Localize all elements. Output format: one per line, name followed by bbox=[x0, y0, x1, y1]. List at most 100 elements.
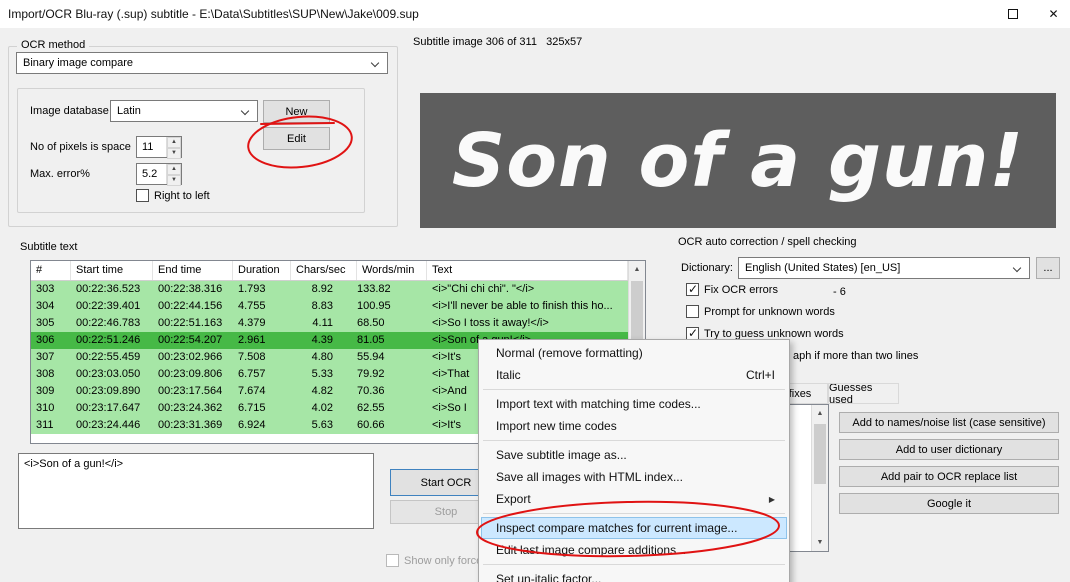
table-cell: 307 bbox=[36, 351, 55, 363]
table-cell: 00:22:51.163 bbox=[158, 317, 223, 329]
dictionary-browse-button[interactable]: ... bbox=[1036, 257, 1060, 279]
checkbox-checked-icon bbox=[686, 282, 699, 296]
scroll-up-icon[interactable]: ▲ bbox=[629, 261, 645, 278]
table-cell: 1.793 bbox=[238, 283, 266, 295]
spin-down-icon[interactable]: ▼ bbox=[167, 148, 181, 159]
table-cell: 00:23:02.966 bbox=[158, 351, 223, 363]
max-error-label: Max. error% bbox=[30, 168, 90, 180]
table-cell: 00:22:44.156 bbox=[158, 300, 223, 312]
table-cell: 00:23:09.890 bbox=[76, 385, 141, 397]
fix-ocr-errors-checkbox[interactable]: Fix OCR errors bbox=[686, 282, 778, 296]
max-error-value: 5.2 bbox=[142, 168, 158, 180]
dictionary-value: English (United States) [en_US] bbox=[745, 262, 901, 274]
table-cell: 4.02 bbox=[311, 402, 333, 414]
ocr-method-combobox[interactable]: Binary image compare bbox=[16, 52, 388, 74]
right-to-left-checkbox[interactable]: Right to left bbox=[136, 189, 210, 202]
submenu-arrow-icon: ▶ bbox=[768, 494, 775, 504]
table-cell: 00:23:03.050 bbox=[76, 368, 141, 380]
table-cell: 00:23:09.806 bbox=[158, 368, 223, 380]
chevron-down-icon bbox=[1012, 263, 1022, 273]
subtitle-text-value: <i>Son of a gun!</i> bbox=[24, 458, 124, 470]
add-ocr-replace-pair-button[interactable]: Add pair to OCR replace list bbox=[839, 466, 1059, 487]
table-cell: 00:22:54.207 bbox=[158, 334, 223, 346]
table-cell: 2.961 bbox=[238, 334, 266, 346]
menu-item[interactable]: Save all images with HTML index... bbox=[481, 466, 787, 488]
menu-separator bbox=[483, 389, 785, 390]
menu-item[interactable]: Import text with matching time codes... bbox=[481, 393, 787, 415]
column-header[interactable]: Duration bbox=[233, 261, 291, 280]
chevron-down-icon bbox=[370, 58, 380, 68]
table-cell: 00:23:17.564 bbox=[158, 385, 223, 397]
spell-panel-title: OCR auto correction / spell checking bbox=[678, 236, 857, 248]
table-cell: 308 bbox=[36, 368, 55, 380]
table-cell: 305 bbox=[36, 317, 55, 329]
menu-item[interactable]: Set un-italic factor... bbox=[481, 568, 787, 582]
close-button[interactable]: ✕ bbox=[1037, 0, 1070, 28]
partial-checkbox-text: aph if more than two lines bbox=[793, 350, 919, 362]
table-row[interactable]: 303 00:22:36.523 00:22:38.316 1.793 8.92 133.… bbox=[31, 281, 628, 298]
spin-up-icon[interactable]: ▲ bbox=[167, 137, 181, 148]
menu-item[interactable]: Import new time codes bbox=[481, 415, 787, 437]
pixels-space-spinner[interactable]: 11 ▲ ▼ bbox=[136, 136, 182, 159]
spin-down-icon[interactable]: ▼ bbox=[167, 175, 181, 186]
subtitle-text-input[interactable]: <i>Son of a gun!</i> bbox=[18, 453, 374, 529]
menu-item[interactable]: Save subtitle image as... bbox=[481, 444, 787, 466]
menu-item[interactable]: Italic Ctrl+I bbox=[481, 364, 787, 386]
column-header[interactable]: # bbox=[31, 261, 71, 280]
menu-item[interactable]: Inspect compare matches for current imag… bbox=[481, 517, 787, 539]
maximize-button[interactable] bbox=[990, 0, 1035, 28]
subtitle-image: Son of a gun! bbox=[420, 93, 1056, 228]
column-header[interactable]: Words/min bbox=[357, 261, 427, 280]
table-cell: 306 bbox=[36, 334, 55, 346]
new-button[interactable]: New bbox=[263, 100, 330, 123]
column-header[interactable]: Start time bbox=[71, 261, 153, 280]
menu-item[interactable]: Edit last image compare additions... bbox=[481, 539, 787, 561]
google-it-button[interactable]: Google it bbox=[839, 493, 1059, 514]
table-cell: 309 bbox=[36, 385, 55, 397]
scroll-up-icon[interactable]: ▲ bbox=[812, 405, 828, 422]
add-user-dictionary-button[interactable]: Add to user dictionary bbox=[839, 439, 1059, 460]
image-database-label: Image database bbox=[30, 105, 109, 117]
max-error-spinner[interactable]: 5.2 ▲ ▼ bbox=[136, 163, 182, 186]
window-title: Import/OCR Blu-ray (.sup) subtitle - E:\… bbox=[8, 7, 419, 21]
tab-guesses-used-label: Guesses used bbox=[829, 383, 873, 404]
chevron-down-icon bbox=[240, 106, 250, 116]
table-row[interactable]: 304 00:22:39.401 00:22:44.156 4.755 8.83 100.… bbox=[31, 298, 628, 315]
tab-guesses-used[interactable]: Guesses used bbox=[828, 383, 899, 404]
checkbox-icon bbox=[386, 554, 399, 567]
title-bar: Import/OCR Blu-ray (.sup) subtitle - E:\… bbox=[0, 0, 1070, 28]
spin-up-icon[interactable]: ▲ bbox=[167, 164, 181, 175]
prompt-unknown-words-checkbox[interactable]: Prompt for unknown words bbox=[686, 305, 835, 318]
scroll-down-icon[interactable]: ▼ bbox=[812, 534, 828, 551]
table-cell: 00:23:24.446 bbox=[76, 419, 141, 431]
table-row[interactable]: 305 00:22:46.783 00:22:51.163 4.379 4.11 68.5… bbox=[31, 315, 628, 332]
edit-button[interactable]: Edit bbox=[263, 127, 330, 150]
table-cell: 00:22:55.459 bbox=[76, 351, 141, 363]
menu-item[interactable]: Normal (remove formatting) bbox=[481, 342, 787, 364]
table-cell: 00:23:17.647 bbox=[76, 402, 141, 414]
checkbox-icon bbox=[686, 305, 699, 318]
table-cell: 7.508 bbox=[238, 351, 266, 363]
listbox-scrollbar[interactable]: ▲ ▼ bbox=[811, 405, 828, 551]
scrollbar-thumb[interactable] bbox=[814, 424, 826, 484]
menu-separator bbox=[483, 564, 785, 565]
menu-item-label: Save subtitle image as... bbox=[496, 448, 627, 462]
image-database-combobox[interactable]: Latin bbox=[110, 100, 258, 122]
table-cell: 68.50 bbox=[357, 317, 385, 329]
add-names-noise-list-button[interactable]: Add to names/noise list (case sensitive) bbox=[839, 412, 1059, 433]
ocr-method-value: Binary image compare bbox=[23, 57, 134, 69]
table-cell: 81.05 bbox=[357, 334, 385, 346]
subtitle-table-header: # Start time End time Duration Chars/sec Word… bbox=[31, 261, 628, 281]
column-header[interactable]: Chars/sec bbox=[291, 261, 357, 280]
menu-item[interactable]: Export ▶ bbox=[481, 488, 787, 510]
table-cell: <i>"Chi chi chi". "</i> bbox=[432, 283, 535, 295]
table-cell: <i>I'll never be able to finish this ho.… bbox=[432, 300, 613, 312]
table-cell: 133.82 bbox=[357, 283, 391, 295]
show-only-forced-checkbox[interactable]: Show only force bbox=[386, 554, 482, 567]
column-header[interactable]: Text bbox=[427, 261, 628, 280]
import-ocr-window: Import/OCR Blu-ray (.sup) subtitle - E:\… bbox=[0, 0, 1070, 582]
pixels-space-label: No of pixels is space bbox=[30, 141, 131, 153]
dictionary-combobox[interactable]: English (United States) [en_US] bbox=[738, 257, 1030, 279]
menu-item-shortcut: Ctrl+I bbox=[745, 368, 775, 382]
column-header[interactable]: End time bbox=[153, 261, 233, 280]
